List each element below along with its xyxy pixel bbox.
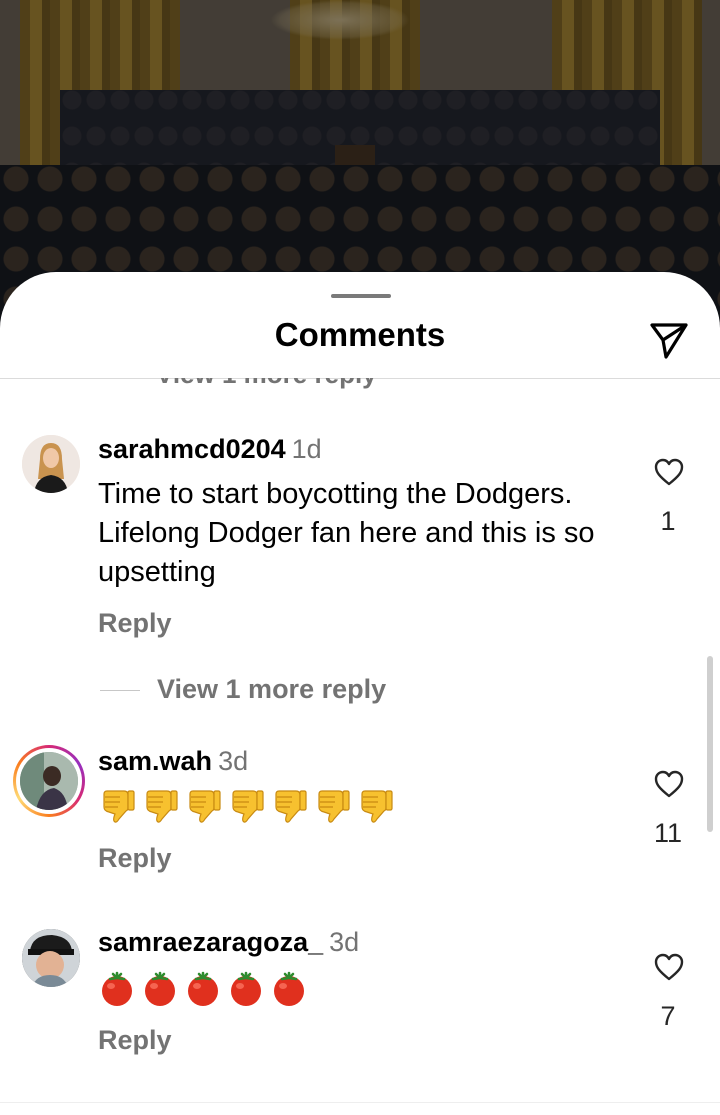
like-count: 7 bbox=[660, 1001, 676, 1031]
clipped-view-more-label: View 1 more reply bbox=[156, 378, 377, 390]
like-count: 11 bbox=[653, 818, 683, 848]
heart-icon[interactable] bbox=[653, 952, 685, 982]
comment-item: samraezaragoza_ 3d Reply 7 bbox=[0, 915, 720, 1085]
username-text: sam.wah bbox=[98, 746, 213, 776]
heart-icon[interactable] bbox=[653, 769, 685, 799]
sheet-drag-handle[interactable] bbox=[331, 294, 391, 298]
tomato-emoji bbox=[227, 970, 265, 1008]
comment-username[interactable]: sarahmcd0204 1d bbox=[98, 434, 322, 465]
avatar-image bbox=[22, 435, 80, 493]
avatar-image bbox=[20, 752, 78, 810]
comment-username[interactable]: sam.wah 3d bbox=[98, 746, 248, 777]
thumbs-down-emoji bbox=[270, 788, 308, 826]
tomato-emoji bbox=[141, 970, 179, 1008]
heart-icon[interactable] bbox=[653, 457, 685, 487]
emoji-row bbox=[98, 970, 313, 1012]
emoji-row bbox=[98, 788, 399, 830]
tomato-emoji bbox=[98, 970, 136, 1008]
thumbs-down-emoji bbox=[356, 788, 394, 826]
thumbs-down-emoji bbox=[184, 788, 222, 826]
comment-item: sarahmcd0204 1d Time to start boycotting … bbox=[0, 422, 720, 782]
reply-button[interactable]: Reply bbox=[98, 1025, 172, 1056]
tomato-emoji bbox=[184, 970, 222, 1008]
avatar[interactable] bbox=[22, 435, 80, 493]
thumbs-down-emoji bbox=[98, 788, 136, 826]
sheet-title: Comments bbox=[274, 316, 446, 353]
comment-timestamp: 1d bbox=[291, 434, 322, 464]
comment-username[interactable]: samraezaragoza_ 3d bbox=[98, 927, 359, 958]
bottom-edge bbox=[0, 1102, 720, 1115]
scrollbar[interactable] bbox=[707, 656, 713, 832]
send-icon[interactable] bbox=[648, 320, 690, 362]
comments-sheet: Comments View 1 more reply sarahmcd02041… bbox=[0, 272, 720, 1115]
thumbs-down-emoji bbox=[227, 788, 265, 826]
thumbs-down-emoji bbox=[313, 788, 351, 826]
comment-timestamp: 3d bbox=[218, 746, 249, 776]
avatar[interactable] bbox=[20, 752, 78, 810]
like-count: 1 bbox=[660, 506, 676, 536]
username-text: samraezaragoza_ bbox=[98, 927, 324, 957]
avatar-image bbox=[22, 929, 80, 987]
reply-button[interactable]: Reply bbox=[98, 843, 172, 874]
username-text: sarahmcd0204 bbox=[98, 434, 286, 464]
tomato-emoji bbox=[270, 970, 308, 1008]
avatar[interactable] bbox=[22, 929, 80, 987]
comment-text: Time to start boycotting the Dodgers. Li… bbox=[98, 478, 595, 588]
thumbs-down-emoji bbox=[141, 788, 179, 826]
clipped-view-more-reply[interactable]: View 1 more reply bbox=[156, 378, 416, 392]
reply-button[interactable]: Reply bbox=[98, 608, 172, 639]
view-more-label: View 1 more reply bbox=[157, 674, 387, 704]
comment-timestamp: 3d bbox=[329, 927, 360, 957]
view-more-line bbox=[100, 690, 140, 691]
comment-item: sam.wah 3d Reply 11 bbox=[0, 732, 720, 902]
